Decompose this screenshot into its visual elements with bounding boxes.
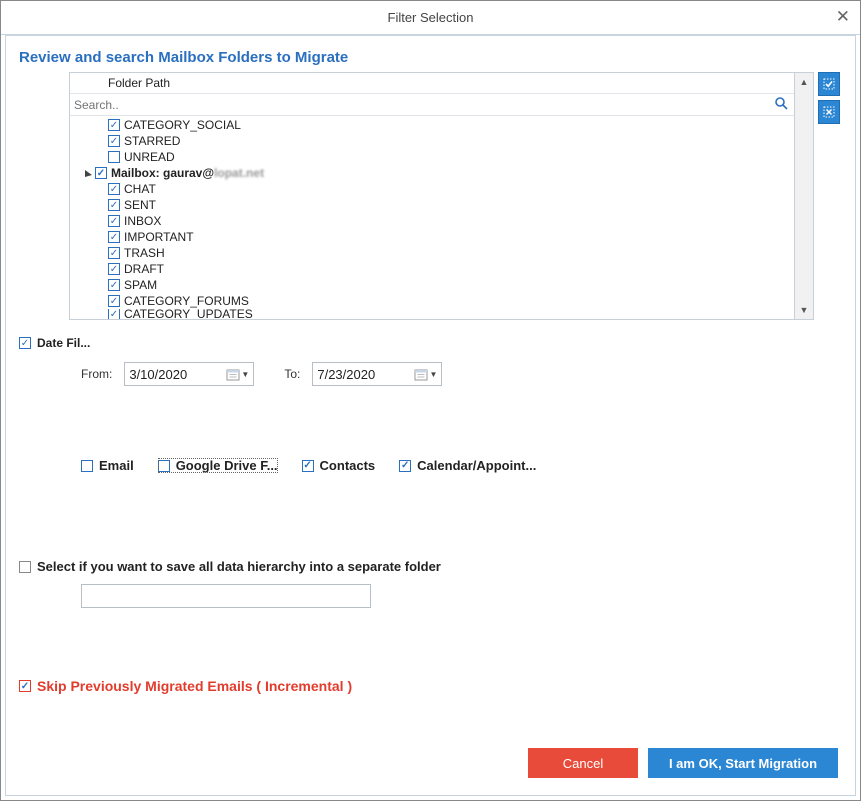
start-migration-button[interactable]: I am OK, Start Migration [648, 748, 838, 778]
folder-label: SPAM [124, 278, 157, 292]
select-all-button[interactable] [818, 72, 840, 96]
folder-checkbox[interactable]: ✓ [108, 231, 120, 243]
folder-label: IMPORTANT [124, 230, 194, 244]
separate-folder-label: Select if you want to save all data hier… [37, 559, 441, 574]
scroll-up-icon[interactable]: ▲ [795, 73, 813, 91]
type-label: Email [99, 458, 134, 473]
calendar-icon[interactable] [226, 368, 240, 381]
tree-column-header[interactable]: Folder Path [70, 73, 794, 94]
type-checkbox[interactable]: ✓ [399, 460, 411, 472]
cancel-button[interactable]: Cancel [528, 748, 638, 778]
type-checkbox[interactable]: ✓ [158, 460, 170, 472]
folder-item[interactable]: ✓ SENT [70, 197, 794, 213]
folder-label: CATEGORY_FORUMS [124, 294, 249, 308]
type-label: Contacts [320, 458, 376, 473]
tree-scrollbar[interactable]: ▲ ▼ [795, 72, 814, 320]
folder-checkbox[interactable]: ✓ [108, 183, 120, 195]
folder-item[interactable]: ✓ CHAT [70, 181, 794, 197]
folder-label: CATEGORY_UPDATES [124, 309, 253, 319]
expand-icon[interactable] [84, 169, 93, 178]
to-label: To: [284, 367, 300, 381]
type-gdrive-option[interactable]: ✓ Google Drive F... [158, 458, 278, 473]
chevron-down-icon[interactable]: ▼ [429, 370, 437, 379]
type-label: Google Drive F... [176, 458, 278, 473]
folder-checkbox[interactable]: ✓ [108, 135, 120, 147]
folder-item[interactable]: ✓ STARRED [70, 133, 794, 149]
date-filter-label: Date Fil... [37, 336, 90, 350]
folder-item[interactable]: ✓ CATEGORY_UPDATES [70, 309, 794, 319]
folder-checkbox[interactable]: ✓ [95, 167, 107, 179]
to-date-value: 7/23/2020 [317, 367, 375, 382]
folder-checkbox[interactable]: ✓ [108, 119, 120, 131]
folder-checkbox[interactable]: ✓ [108, 263, 120, 275]
from-date-value: 3/10/2020 [129, 367, 187, 382]
type-contacts-option[interactable]: ✓ Contacts [302, 458, 376, 473]
date-filter-checkbox[interactable]: ✓ [19, 337, 31, 349]
search-icon[interactable] [774, 96, 788, 113]
folder-checkbox[interactable]: ✓ [108, 247, 120, 259]
calendar-icon[interactable] [414, 368, 428, 381]
folder-checkbox[interactable]: ✓ [108, 199, 120, 211]
folder-tree: Folder Path ✓ CATEGORY_SOCIAL ✓ STARRED ✓ UNR… [69, 72, 795, 320]
folder-label: CATEGORY_SOCIAL [124, 118, 241, 132]
type-calendar-option[interactable]: ✓ Calendar/Appoint... [399, 458, 536, 473]
folder-item[interactable]: ✓ INBOX [70, 213, 794, 229]
scroll-down-icon[interactable]: ▼ [795, 301, 813, 319]
type-label: Calendar/Appoint... [417, 458, 536, 473]
to-date-input[interactable]: 7/23/2020 ▼ [312, 362, 442, 386]
titlebar: Filter Selection ✕ [1, 1, 860, 35]
folder-label: INBOX [124, 214, 161, 228]
folder-label: TRASH [124, 246, 165, 260]
folder-checkbox[interactable]: ✓ [108, 151, 120, 163]
separate-folder-input[interactable] [81, 584, 371, 608]
from-date-input[interactable]: 3/10/2020 ▼ [124, 362, 254, 386]
folder-label: Mailbox: gaurav@lopat.net [111, 166, 264, 180]
folder-label: UNREAD [124, 150, 175, 164]
folder-label: CHAT [124, 182, 156, 196]
search-input[interactable] [74, 98, 774, 112]
folder-label: STARRED [124, 134, 180, 148]
deselect-all-button[interactable] [818, 100, 840, 124]
folder-item[interactable]: ✓ DRAFT [70, 261, 794, 277]
folder-label: DRAFT [124, 262, 164, 276]
folder-checkbox[interactable]: ✓ [108, 309, 120, 319]
type-checkbox[interactable]: ✓ [81, 460, 93, 472]
folder-checkbox[interactable]: ✓ [108, 215, 120, 227]
folder-item[interactable]: ✓ CATEGORY_FORUMS [70, 293, 794, 309]
type-checkbox[interactable]: ✓ [302, 460, 314, 472]
folder-item[interactable]: ✓ CATEGORY_SOCIAL [70, 117, 794, 133]
folder-label: SENT [124, 198, 156, 212]
folder-checkbox[interactable]: ✓ [108, 295, 120, 307]
folder-item[interactable]: ✓ SPAM [70, 277, 794, 293]
chevron-down-icon[interactable]: ▼ [241, 370, 249, 379]
mailbox-node[interactable]: ✓ Mailbox: gaurav@lopat.net [70, 165, 794, 181]
skip-migrated-label: Skip Previously Migrated Emails ( Increm… [37, 678, 352, 694]
type-email-option[interactable]: ✓ Email [81, 458, 134, 473]
folder-item[interactable]: ✓ IMPORTANT [70, 229, 794, 245]
folder-item[interactable]: ✓ TRASH [70, 245, 794, 261]
section-title: Review and search Mailbox Folders to Mig… [19, 49, 840, 66]
separate-folder-checkbox[interactable]: ✓ [19, 561, 31, 573]
from-label: From: [81, 367, 112, 381]
close-icon[interactable]: ✕ [836, 7, 850, 27]
skip-migrated-checkbox[interactable]: ✓ [19, 680, 31, 692]
window-title: Filter Selection [388, 10, 474, 25]
folder-item[interactable]: ✓ UNREAD [70, 149, 794, 165]
folder-checkbox[interactable]: ✓ [108, 279, 120, 291]
